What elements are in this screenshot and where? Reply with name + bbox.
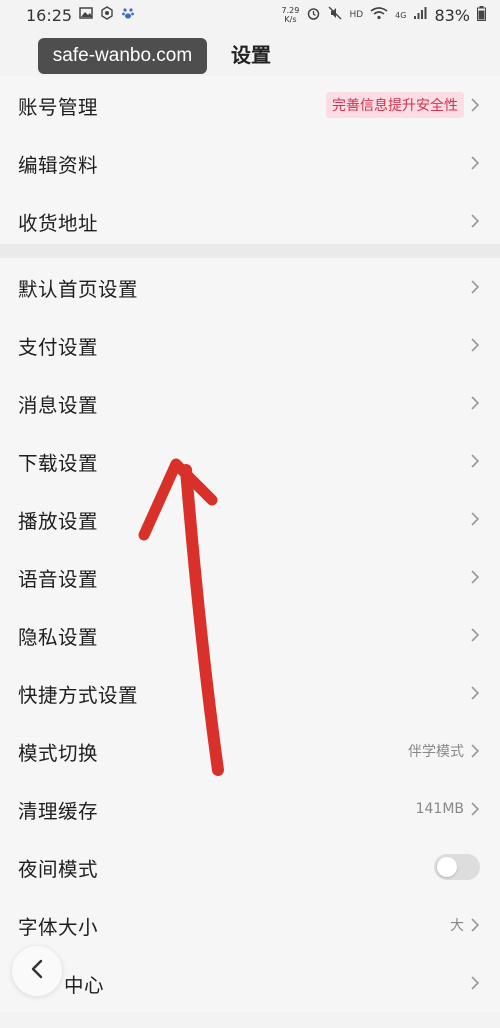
chevron-right-icon (470, 97, 480, 113)
row-label: 隐私设置 (18, 625, 99, 649)
security-badge: 完善信息提升安全性 (326, 92, 464, 118)
net-speed-value: 7.29 (281, 6, 300, 15)
paw-icon (121, 6, 135, 24)
playback-settings-row[interactable]: 播放设置 (0, 490, 500, 548)
voice-settings-row[interactable]: 语音设置 (0, 548, 500, 606)
hd-label: HD (349, 10, 364, 20)
account-management-row[interactable]: 账号管理 完善信息提升安全性 (0, 76, 500, 134)
row-label: 支付设置 (18, 335, 99, 359)
privacy-settings-row[interactable]: 隐私设置 (0, 606, 500, 664)
row-right: 完善信息提升安全性 (326, 92, 480, 118)
font-size-value: 大 (450, 918, 464, 934)
watermark: safe-wanbo.com (38, 38, 207, 74)
cache-size-value: 141MB (415, 801, 464, 817)
row-label: 账号管理 (18, 95, 99, 119)
row-label: 语音设置 (18, 567, 99, 591)
chevron-right-icon (470, 155, 480, 171)
chevron-right-icon (470, 801, 480, 817)
status-left: 16:25 (26, 6, 135, 25)
chevron-right-icon (470, 917, 480, 933)
row-label: 清理缓存 (18, 799, 99, 823)
signal-icon (413, 6, 427, 24)
chevron-right-icon (470, 511, 480, 527)
row-label: 消息设置 (18, 393, 99, 417)
mute-icon (328, 6, 342, 24)
row-label: 快捷方式设置 (18, 683, 139, 707)
shipping-address-row[interactable]: 收货地址 (0, 192, 500, 250)
settings-group-general: 默认首页设置 支付设置 消息设置 下载设置 播放设置 语音设置 隐私设置 快捷方… (0, 258, 500, 1012)
chevron-right-icon (470, 569, 480, 585)
row-label: 夜间模式 (18, 857, 99, 881)
status-right: 7.29 K/s HD 4G 83% (281, 5, 486, 25)
row-right: 伴学模式 (408, 741, 480, 761)
night-mode-toggle[interactable] (434, 854, 480, 880)
back-arrow-icon (30, 959, 44, 983)
edit-profile-row[interactable]: 编辑资料 (0, 134, 500, 192)
center-row[interactable]: 中心 (0, 954, 500, 1012)
chevron-right-icon (470, 743, 480, 759)
row-label: 默认首页设置 (18, 277, 139, 301)
battery-icon (477, 5, 486, 25)
font-size-row[interactable]: 字体大小 大 (0, 896, 500, 954)
row-label: 字体大小 (18, 915, 99, 939)
payment-settings-row[interactable]: 支付设置 (0, 316, 500, 374)
back-button[interactable] (12, 946, 62, 996)
mode-switch-row[interactable]: 模式切换 伴学模式 (0, 722, 500, 780)
settings-group-account: 账号管理 完善信息提升安全性 编辑资料 收货地址 (0, 76, 500, 250)
gallery-icon (79, 7, 93, 23)
row-right: 141MB (416, 801, 480, 817)
row-label: 收货地址 (18, 211, 99, 235)
alarm-icon (306, 6, 321, 25)
chevron-right-icon (470, 395, 480, 411)
chevron-right-icon (470, 453, 480, 469)
toggle-knob (437, 857, 457, 877)
wifi-icon (370, 6, 388, 24)
message-settings-row[interactable]: 消息设置 (0, 374, 500, 432)
chevron-right-icon (470, 279, 480, 295)
row-label: 编辑资料 (18, 153, 99, 177)
network-label: 4G (395, 10, 407, 20)
net-speed-unit: K/s (284, 15, 297, 24)
net-speed: 7.29 K/s (281, 6, 300, 24)
section-divider (0, 244, 500, 258)
clear-cache-row[interactable]: 清理缓存 141MB (0, 780, 500, 838)
chevron-right-icon (470, 685, 480, 701)
night-mode-row: 夜间模式 (0, 838, 500, 896)
row-right: 大 (450, 915, 480, 935)
battery-percent: 83% (434, 5, 470, 25)
row-label: 模式切换 (18, 741, 99, 765)
page-title: 设置 (231, 42, 271, 67)
download-settings-row[interactable]: 下载设置 (0, 432, 500, 490)
settings-icon (100, 6, 114, 24)
row-label: 播放设置 (18, 509, 99, 533)
chevron-right-icon (470, 337, 480, 353)
chevron-right-icon (470, 975, 480, 991)
shortcut-settings-row[interactable]: 快捷方式设置 (0, 664, 500, 722)
mode-value: 伴学模式 (408, 744, 464, 760)
chevron-right-icon (470, 213, 480, 229)
chevron-right-icon (470, 627, 480, 643)
status-bar: 16:25 7.29 K/s HD 4G 83% (0, 0, 500, 30)
default-homepage-row[interactable]: 默认首页设置 (0, 258, 500, 316)
status-time: 16:25 (26, 5, 73, 25)
row-label: 下载设置 (18, 451, 99, 475)
